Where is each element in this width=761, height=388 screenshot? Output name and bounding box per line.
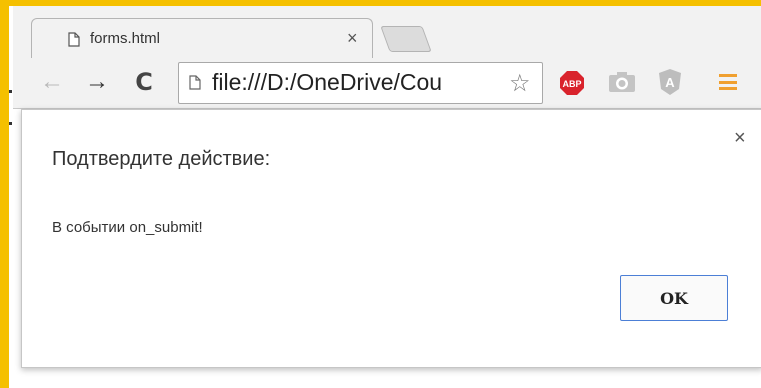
adblock-plus-icon[interactable]: ABP bbox=[559, 70, 585, 96]
dialog-message: В событии on_submit! bbox=[52, 219, 203, 236]
reload-icon[interactable]: C bbox=[130, 68, 158, 96]
confirm-dialog: Подтвердите действие: × В событии on_sub… bbox=[21, 109, 761, 368]
bookmark-star-icon[interactable]: ☆ bbox=[509, 69, 531, 98]
svg-text:ABP: ABP bbox=[562, 79, 581, 89]
close-icon[interactable]: × bbox=[734, 128, 746, 148]
tab-title: forms.html bbox=[90, 30, 161, 47]
document-icon bbox=[68, 32, 80, 47]
address-bar[interactable]: file:///D:/OneDrive/Cou ☆ bbox=[178, 62, 543, 104]
svg-text:A: A bbox=[665, 75, 675, 90]
screenshot-border-left bbox=[0, 0, 9, 388]
angular-icon[interactable]: A bbox=[658, 68, 682, 96]
page-icon bbox=[189, 75, 201, 90]
tab-close-icon[interactable]: × bbox=[347, 28, 358, 48]
url-text[interactable]: file:///D:/OneDrive/Cou bbox=[212, 69, 442, 96]
ok-button[interactable]: OK bbox=[620, 275, 728, 321]
dialog-title: Подтвердите действие: bbox=[52, 148, 271, 170]
tab-strip: forms.html × bbox=[13, 6, 761, 65]
menu-icon[interactable] bbox=[719, 74, 737, 90]
back-arrow-icon[interactable]: ← bbox=[38, 68, 66, 96]
new-tab-button[interactable] bbox=[380, 26, 432, 52]
forward-arrow-icon[interactable]: → bbox=[83, 68, 111, 96]
camera-icon[interactable] bbox=[608, 70, 636, 94]
browser-toolbar: ← → C file:///D:/OneDrive/Cou ☆ ABP A bbox=[13, 58, 761, 109]
